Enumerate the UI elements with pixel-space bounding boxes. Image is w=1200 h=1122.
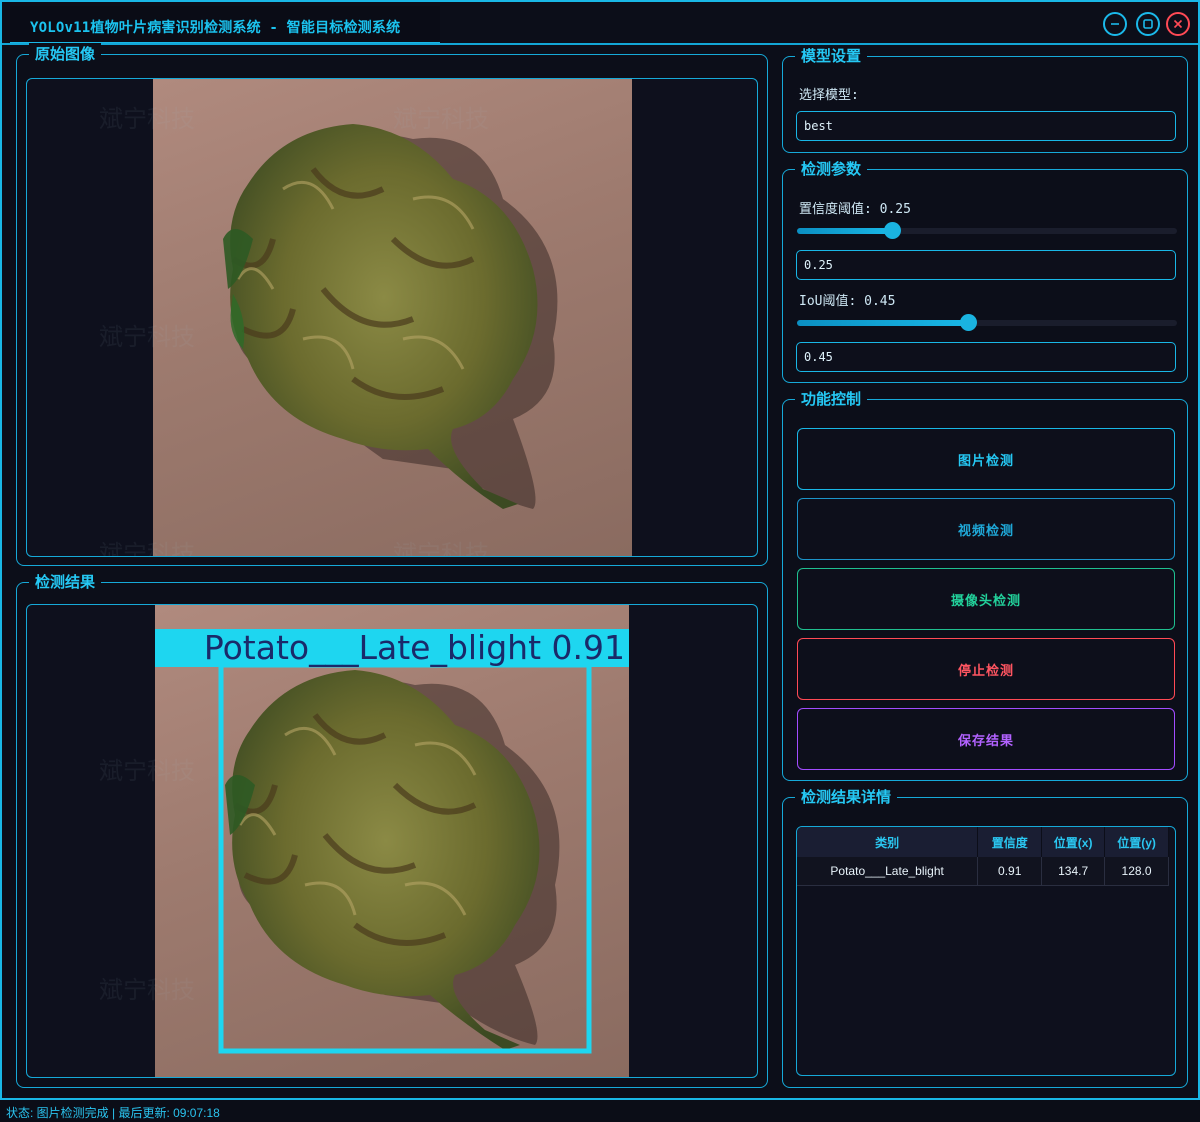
iou-slider-handle[interactable] bbox=[960, 314, 977, 331]
result-table: 类别 置信度 位置(x) 位置(y) Potato___Late_blight … bbox=[797, 827, 1169, 886]
confidence-label: 置信度阈值: 0.25 bbox=[799, 202, 911, 217]
app-window: YOLOv11植物叶片病害识别检测系统 - 智能目标检测系统 原始图像 斌宁科技… bbox=[0, 0, 1200, 1100]
save-result-button[interactable]: 保存结果 bbox=[797, 708, 1175, 770]
result-table-frame: 类别 置信度 位置(x) 位置(y) Potato___Late_blight … bbox=[796, 826, 1176, 1076]
detection-params-title: 检测参数 bbox=[795, 158, 868, 180]
model-settings-panel: 模型设置 选择模型: best bbox=[782, 45, 1188, 153]
maximize-button[interactable] bbox=[1136, 12, 1160, 36]
col-header-class[interactable]: 类别 bbox=[797, 827, 979, 857]
close-button[interactable] bbox=[1166, 12, 1190, 36]
confidence-input[interactable]: 0.25 bbox=[796, 250, 1176, 280]
result-details-title: 检测结果详情 bbox=[795, 786, 898, 808]
cell-class: Potato___Late_blight bbox=[797, 857, 979, 886]
title-bar: YOLOv11植物叶片病害识别检测系统 - 智能目标检测系统 bbox=[2, 2, 1198, 45]
model-settings-title: 模型设置 bbox=[795, 45, 868, 67]
cell-y: 128.0 bbox=[1104, 857, 1169, 886]
result-image-title: 检测结果 bbox=[29, 571, 102, 593]
col-header-x[interactable]: 位置(x) bbox=[1041, 827, 1106, 857]
original-leaf-image bbox=[153, 79, 632, 556]
col-header-y[interactable]: 位置(y) bbox=[1104, 827, 1169, 857]
detection-label: Potato___Late_blight 0.91 bbox=[155, 629, 629, 667]
close-icon bbox=[1173, 19, 1183, 29]
table-header-row: 类别 置信度 位置(x) 位置(y) bbox=[797, 827, 1169, 857]
col-header-confidence[interactable]: 置信度 bbox=[977, 827, 1043, 857]
iou-input-value: 0.45 bbox=[804, 350, 833, 364]
confidence-slider-handle[interactable] bbox=[884, 222, 901, 239]
cell-x: 134.7 bbox=[1041, 857, 1106, 886]
iou-slider-fill bbox=[797, 320, 968, 326]
title-tab: YOLOv11植物叶片病害识别检测系统 - 智能目标检测系统 bbox=[10, 6, 440, 44]
result-details-panel: 检测结果详情 类别 置信度 位置(x) 位置(y) Potato___Late_… bbox=[782, 786, 1188, 1088]
result-image-panel: 检测结果 Potato___Late_blight 0.91 斌宁科技 斌宁科技 bbox=[16, 571, 768, 1088]
status-text: 状态: 图片检测完成 | 最后更新: 09:07:18 bbox=[6, 1106, 220, 1120]
model-select[interactable]: best bbox=[796, 111, 1176, 141]
model-select-label: 选择模型: bbox=[799, 88, 859, 103]
confidence-slider-fill bbox=[797, 228, 892, 234]
controls-panel: 功能控制 图片检测 视频检测 摄像头检测 停止检测 保存结果 bbox=[782, 388, 1188, 781]
cell-confidence: 0.91 bbox=[977, 857, 1043, 886]
status-bar: 状态: 图片检测完成 | 最后更新: 09:07:18 bbox=[0, 1100, 1200, 1122]
minimize-button[interactable] bbox=[1103, 12, 1127, 36]
original-image-title: 原始图像 bbox=[29, 43, 102, 65]
iou-slider[interactable] bbox=[797, 314, 1177, 331]
title-divider bbox=[2, 43, 1198, 45]
minimize-icon bbox=[1111, 23, 1119, 25]
window-title: YOLOv11植物叶片病害识别检测系统 - 智能目标检测系统 bbox=[30, 20, 401, 36]
detection-params-panel: 检测参数 置信度阈值: 0.25 0.25 IoU阈值: 0.45 0.45 bbox=[782, 158, 1188, 383]
detection-label-text: Potato___Late_blight 0.91 bbox=[203, 629, 625, 667]
result-image-frame: Potato___Late_blight 0.91 斌宁科技 斌宁科技 bbox=[26, 604, 758, 1078]
model-select-value: best bbox=[804, 119, 833, 133]
iou-input[interactable]: 0.45 bbox=[796, 342, 1176, 372]
image-detect-button[interactable]: 图片检测 bbox=[797, 428, 1175, 490]
confidence-input-value: 0.25 bbox=[804, 258, 833, 272]
stop-detect-button[interactable]: 停止检测 bbox=[797, 638, 1175, 700]
result-leaf-image: Potato___Late_blight 0.91 bbox=[155, 605, 629, 1077]
confidence-slider[interactable] bbox=[797, 222, 1177, 239]
controls-title: 功能控制 bbox=[795, 388, 868, 410]
original-image-panel: 原始图像 斌宁科技 斌宁科技 斌宁科技 bbox=[16, 43, 768, 566]
camera-detect-button[interactable]: 摄像头检测 bbox=[797, 568, 1175, 630]
iou-label: IoU阈值: 0.45 bbox=[799, 294, 896, 309]
video-detect-button[interactable]: 视频检测 bbox=[797, 498, 1175, 560]
original-image-frame: 斌宁科技 斌宁科技 斌宁科技 斌宁科技 斌宁科技 bbox=[26, 78, 758, 557]
maximize-icon bbox=[1143, 19, 1153, 29]
table-row[interactable]: Potato___Late_blight 0.91 134.7 128.0 bbox=[797, 857, 1169, 886]
